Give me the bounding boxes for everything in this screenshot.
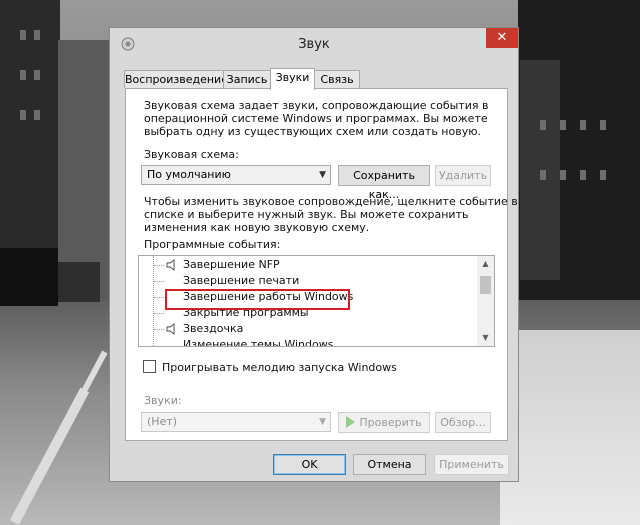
browse-button[interactable]: Обзор...: [435, 412, 491, 433]
tab-playback[interactable]: Воспроизведение: [124, 70, 228, 88]
events-scrollbar[interactable]: ▲ ▼: [477, 256, 494, 346]
sounds-label: Звуки:: [144, 394, 182, 407]
sound-file-value: (Нет): [147, 415, 178, 428]
list-item[interactable]: Изменение темы Windows: [183, 337, 333, 346]
test-sound-button[interactable]: Проверить: [338, 412, 430, 433]
startup-sound-checkbox[interactable]: [143, 360, 156, 373]
cancel-button[interactable]: Отмена: [353, 454, 426, 475]
sound-file-select[interactable]: (Нет) ▼: [141, 412, 331, 432]
scroll-down-icon[interactable]: ▼: [477, 330, 494, 346]
sound-dialog: Звук ✕ Воспроизведение Запись Звуки Связ…: [109, 27, 519, 482]
startup-sound-label[interactable]: Проигрывать мелодию запуска Windows: [162, 361, 397, 374]
tab-communications[interactable]: Связь: [314, 70, 360, 88]
sound-scheme-value: По умолчанию: [147, 168, 231, 181]
play-icon: [346, 416, 356, 428]
tab-sounds[interactable]: Звуки: [270, 68, 315, 90]
delete-scheme-button[interactable]: Удалить: [435, 165, 491, 186]
test-sound-label: Проверить: [359, 416, 422, 429]
close-button[interactable]: ✕: [486, 28, 518, 48]
save-as-button[interactable]: Сохранить как...: [338, 165, 430, 201]
apply-button[interactable]: Применить: [434, 454, 509, 475]
sound-scheme-select[interactable]: По умолчанию ▼: [141, 165, 331, 185]
speaker-icon: [166, 323, 175, 335]
instructions-line-1: Чтобы изменить звуковое сопровождение, щ…: [144, 195, 518, 208]
scroll-thumb[interactable]: [480, 276, 491, 294]
scheme-description-line-1: Звуковая схема задает звуки, сопровождаю…: [144, 99, 489, 112]
ok-button[interactable]: OK: [273, 454, 346, 475]
scroll-up-icon[interactable]: ▲: [477, 256, 494, 272]
instructions-line-3: изменения как новую звуковую схему.: [144, 221, 370, 234]
list-item[interactable]: Звездочка: [183, 321, 243, 337]
scheme-label: Звуковая схема:: [144, 148, 239, 161]
highlight-annotation: [165, 289, 350, 310]
scheme-description-line-3: выбрать одну из существующих схем или со…: [144, 125, 481, 138]
program-events-label: Программные события:: [144, 238, 281, 251]
dialog-title: Звук: [298, 37, 330, 52]
title-bar[interactable]: Звук ✕: [110, 28, 518, 62]
list-item[interactable]: Завершение печати: [183, 273, 299, 289]
chevron-down-icon: ▼: [319, 417, 326, 427]
speaker-icon: [166, 259, 175, 271]
chevron-down-icon: ▼: [319, 170, 326, 180]
tab-recording[interactable]: Запись: [223, 70, 271, 88]
scheme-description-line-2: операционной системе Windows и программа…: [144, 112, 488, 125]
list-item[interactable]: Завершение NFP: [183, 257, 280, 273]
instructions-line-2: списке и выберите нужный звук. Вы можете…: [144, 208, 469, 221]
